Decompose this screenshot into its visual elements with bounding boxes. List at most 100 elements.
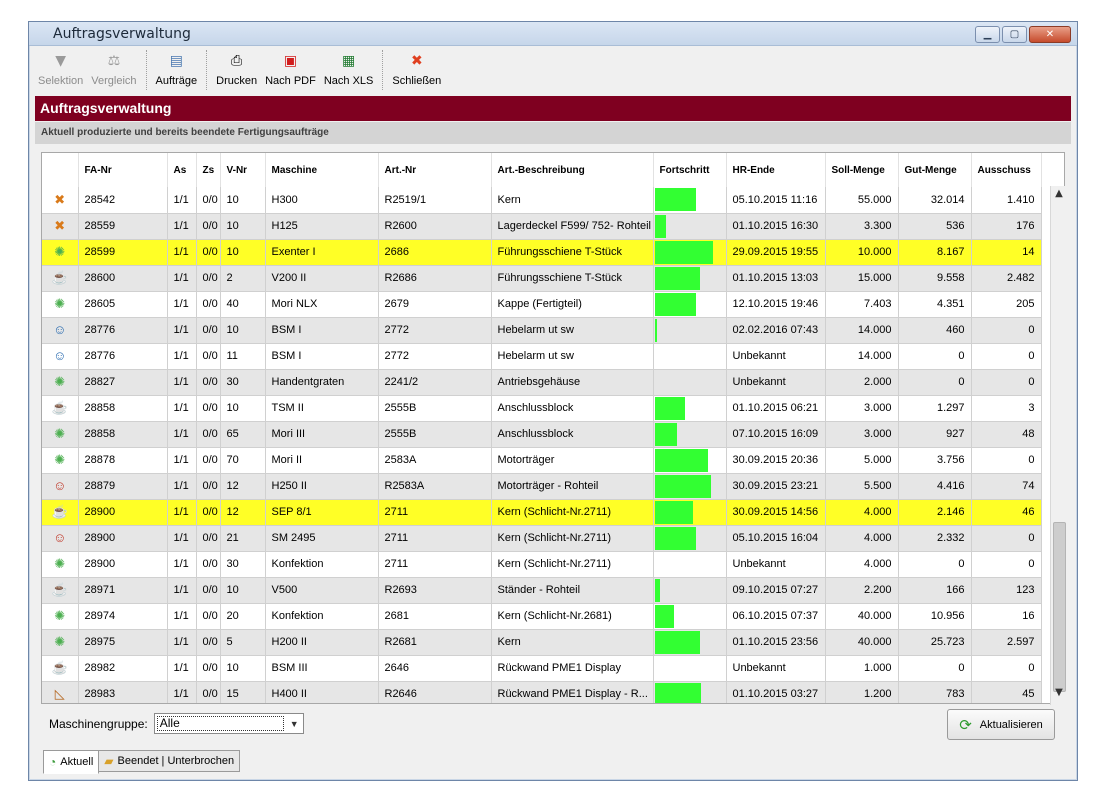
status-cell: ✺ — [42, 369, 79, 396]
target-quantity-cell: 2.000 — [825, 369, 899, 396]
column-header-fortschritt[interactable]: Fortschritt — [653, 153, 727, 187]
worker-icon: ☺ — [53, 322, 67, 337]
as-cell: 1/1 — [167, 499, 197, 526]
hr-end-cell: 02.02.2016 07:43 — [726, 317, 826, 344]
toolbar-button-schlie-en[interactable]: ✖ Schließen — [389, 48, 444, 92]
zs-cell: 0/0 — [196, 213, 221, 240]
table-row[interactable]: ✺ 28858 1/1 0/0 65 Mori III 2555B Anschlussbloc… — [42, 421, 1042, 448]
fa-nr-cell: 28858 — [78, 421, 168, 448]
toolbar-button-selektion[interactable]: ▼ Selektion — [35, 48, 86, 92]
machine-group-value[interactable]: Alle — [156, 716, 284, 731]
column-header-soll-menge[interactable]: Soll-Menge — [825, 153, 899, 187]
toolbar-button-vergleich[interactable]: ⚖ Vergleich — [88, 48, 139, 92]
good-quantity-cell: 0 — [898, 551, 972, 578]
scroll-down-icon[interactable]: ▼ — [1051, 687, 1067, 703]
good-quantity-cell: 9.558 — [898, 265, 972, 292]
table-row[interactable]: ✺ 28599 1/1 0/0 10 Exenter I 2686 Führungsschie… — [42, 239, 1042, 266]
progress-cell — [653, 291, 727, 318]
scroll-up-icon[interactable]: ▲ — [1051, 188, 1067, 204]
target-quantity-cell: 1.200 — [825, 681, 899, 703]
table-row[interactable]: ☕ 28982 1/1 0/0 10 BSM III 2646 Rückwand PME1 D… — [42, 655, 1042, 682]
table-row[interactable]: ◺ 28983 1/1 0/0 15 H400 II R2646 Rückwand PME1 … — [42, 681, 1042, 703]
close-window-button[interactable]: ✕ — [1029, 26, 1071, 43]
zs-cell: 0/0 — [196, 395, 221, 422]
article-description-cell: Hebelarm ut sw — [491, 317, 654, 344]
scales-icon: ⚖ — [107, 53, 121, 69]
article-nr-cell: 2555B — [378, 395, 492, 422]
target-quantity-cell: 3.000 — [825, 421, 899, 448]
table-row[interactable]: ✺ 28827 1/1 0/0 30 Handentgraten 2241/2 Antrieb… — [42, 369, 1042, 396]
article-nr-cell: R2519/1 — [378, 187, 492, 214]
toolbar-button-label: Vergleich — [91, 75, 137, 87]
column-header-v-nr[interactable]: V-Nr — [220, 153, 266, 187]
status-cell: ☺ — [42, 343, 79, 370]
column-header-zs[interactable]: Zs — [196, 153, 221, 187]
column-header-status[interactable] — [42, 153, 79, 187]
progress-bar — [654, 526, 696, 550]
table-row[interactable]: ✖ 28559 1/1 0/0 10 H125 R2600 Lagerdeckel F599/… — [42, 213, 1042, 240]
progress-bar — [654, 578, 661, 602]
good-quantity-cell: 783 — [898, 681, 972, 703]
as-cell: 1/1 — [167, 525, 197, 552]
column-header-fa-nr[interactable]: FA-Nr — [78, 153, 168, 187]
progress-cell — [653, 369, 727, 396]
column-header-ausschuss[interactable]: Ausschuss — [971, 153, 1042, 187]
table-row[interactable]: ☕ 28600 1/1 0/0 2 V200 II R2686 Führungsschiene… — [42, 265, 1042, 292]
column-header-maschine[interactable]: Maschine — [265, 153, 379, 187]
table-row[interactable]: ✺ 28878 1/1 0/0 70 Mori II 2583A Motorträger 30.… — [42, 447, 1042, 474]
chevron-down-icon[interactable]: ▼ — [286, 719, 303, 729]
toolbar-button-label: Selektion — [38, 75, 84, 87]
grid-scrollbar[interactable]: ▲ ▼ — [1050, 186, 1067, 705]
funnel-icon: ▼ — [55, 53, 67, 69]
hr-end-cell: 29.09.2015 19:55 — [726, 239, 826, 266]
progress-cell — [653, 265, 727, 292]
v-nr-cell: 10 — [220, 395, 266, 422]
column-header-hr-ende[interactable]: HR-Ende — [726, 153, 826, 187]
machine-group-select[interactable]: Alle ▼ — [153, 713, 304, 734]
table-row[interactable]: ✺ 28975 1/1 0/0 5 H200 II R2681 Kern 01.10.2015 … — [42, 629, 1042, 656]
hr-end-cell: 01.10.2015 06:21 — [726, 395, 826, 422]
toolbar-button-nach-xls[interactable]: ▦ Nach XLS — [321, 48, 377, 92]
refresh-button[interactable]: ⟳ Aktualisieren — [947, 709, 1055, 740]
table-row[interactable]: ☕ 28900 1/1 0/0 12 SEP 8/1 2711 Kern (Schlicht-… — [42, 499, 1042, 526]
scrap-cell: 14 — [971, 239, 1042, 266]
as-cell: 1/1 — [167, 551, 197, 578]
table-row[interactable]: ✺ 28605 1/1 0/0 40 Mori NLX 2679 Kappe (Fertigt… — [42, 291, 1042, 318]
progress-bar — [654, 240, 713, 264]
table-row[interactable]: ☕ 28971 1/1 0/0 10 V500 R2693 Ständer - Rohteil… — [42, 577, 1042, 604]
article-description-cell: Kern (Schlicht-Nr.2711) — [491, 499, 654, 526]
machine-cell: V200 II — [265, 265, 379, 292]
worker-stop-icon: ☺ — [53, 530, 67, 545]
table-row[interactable]: ☺ 28879 1/1 0/0 12 H250 II R2583A Motorträger -… — [42, 473, 1042, 500]
toolbar-button-drucken[interactable]: ⎙ Drucken — [213, 48, 260, 92]
table-row[interactable]: ✖ 28542 1/1 0/0 10 H300 R2519/1 Kern 05.10.2015 … — [42, 187, 1042, 214]
machine-cell: Konfektion — [265, 603, 379, 630]
machine-cell: V500 — [265, 577, 379, 604]
column-header-art-nr[interactable]: Art.-Nr — [378, 153, 492, 187]
maximize-button[interactable]: ▢ — [1002, 26, 1027, 43]
progress-cell — [653, 603, 727, 630]
scrollbar-thumb[interactable] — [1053, 522, 1066, 692]
toolbar-button-auftr-ge[interactable]: ▤ Aufträge — [153, 48, 201, 92]
column-header-art-beschreibung[interactable]: Art.-Beschreibung — [491, 153, 654, 187]
scrap-cell: 45 — [971, 681, 1042, 703]
table-row[interactable]: ☺ 28900 1/1 0/0 21 SM 2495 2711 Kern (Schlicht-… — [42, 525, 1042, 552]
good-quantity-cell: 166 — [898, 577, 972, 604]
minimize-button[interactable]: ▁ — [975, 26, 1000, 43]
table-row[interactable]: ✺ 28900 1/1 0/0 30 Konfektion 2711 Kern (Schlic… — [42, 551, 1042, 578]
table-row[interactable]: ☺ 28776 1/1 0/0 10 BSM I 2772 Hebelarm ut sw 02.… — [42, 317, 1042, 344]
toolbar-button-nach-pdf[interactable]: ▣ Nach PDF — [262, 48, 319, 92]
good-quantity-cell: 0 — [898, 369, 972, 396]
table-row[interactable]: ☺ 28776 1/1 0/0 11 BSM I 2772 Hebelarm ut sw Unb… — [42, 343, 1042, 370]
table-row[interactable]: ☕ 28858 1/1 0/0 10 TSM II 2555B Anschlussblock 0… — [42, 395, 1042, 422]
as-cell: 1/1 — [167, 213, 197, 240]
table-row[interactable]: ✺ 28974 1/1 0/0 20 Konfektion 2681 Kern (Schlic… — [42, 603, 1042, 630]
toolbar-button-label: Schließen — [392, 75, 442, 87]
column-header-gut-menge[interactable]: Gut-Menge — [898, 153, 972, 187]
tab-beendet-unterbrochen[interactable]: ▰ Beendet | Unterbrochen — [98, 750, 241, 772]
orders-grid[interactable]: FA-Nr As Zs V-Nr Maschine Art.-Nr Art.-Beschre… — [41, 152, 1065, 704]
target-quantity-cell: 15.000 — [825, 265, 899, 292]
article-nr-cell: R2583A — [378, 473, 492, 500]
column-header-as[interactable]: As — [167, 153, 197, 187]
tab-aktuell[interactable]: ◔ Aktuell — [43, 750, 100, 774]
